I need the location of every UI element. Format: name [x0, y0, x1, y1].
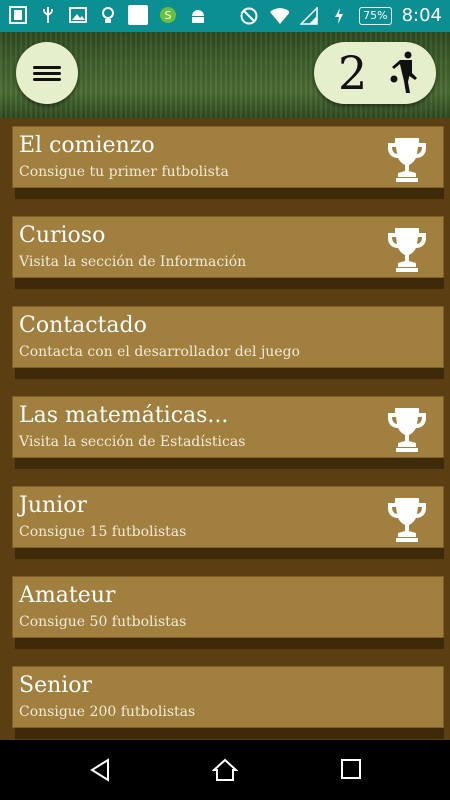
achievement-card[interactable]: Junior Consigue 15 futbolistas: [12, 486, 444, 559]
score-value: 2: [338, 46, 368, 100]
signal-icon: [299, 6, 319, 26]
achievement-description: Consigue 50 futbolistas: [19, 614, 187, 630]
recents-icon[interactable]: [340, 758, 362, 784]
achievement-title: Amateur: [19, 583, 116, 608]
home-icon[interactable]: [211, 758, 239, 786]
achievement-card[interactable]: Curioso Visita la sección de Información: [12, 216, 444, 289]
achievement-title: Junior: [19, 493, 87, 518]
achievement-row[interactable]: Curioso Visita la sección de Información: [0, 208, 450, 298]
white-square-icon: [128, 5, 148, 25]
charging-icon: [329, 6, 349, 26]
achievement-row[interactable]: Contactado Contacta con el desarrollador …: [0, 298, 450, 388]
achievement-description: Contacta con el desarrollador del juego: [19, 344, 300, 360]
achievement-description: Consigue tu primer futbolista: [19, 164, 229, 180]
gallery-app-icon: [8, 5, 28, 25]
achievement-row[interactable]: Junior Consigue 15 futbolistas: [0, 478, 450, 568]
achievement-card[interactable]: Senior Consigue 200 futbolistas: [12, 666, 444, 739]
svg-text:S: S: [165, 9, 172, 22]
battery-level: 75%: [359, 6, 392, 25]
score-counter[interactable]: 2: [314, 42, 436, 104]
trophy-icon: [385, 135, 429, 187]
achievement-title: Curioso: [19, 223, 106, 248]
menu-button[interactable]: [16, 42, 78, 104]
notification-icons: S: [8, 5, 208, 25]
navigation-bar: [0, 740, 450, 800]
achievement-card[interactable]: Amateur Consigue 50 futbolistas: [12, 576, 444, 649]
achievement-description: Visita la sección de Estadísticas: [19, 434, 246, 450]
achievement-row[interactable]: Senior Consigue 200 futbolistas: [0, 658, 450, 740]
system-icons: 75% 8:04: [239, 5, 442, 26]
achievement-title: Contactado: [19, 313, 147, 338]
achievement-title: Las matemáticas...: [19, 403, 229, 428]
do-not-disturb-icon: [239, 6, 259, 26]
bulb-icon: [98, 5, 118, 25]
achievement-title: El comienzo: [19, 133, 155, 158]
achievement-description: Consigue 200 futbolistas: [19, 704, 196, 720]
trophy-icon: [385, 405, 429, 457]
shop-s-icon: S: [158, 5, 178, 25]
trophy-icon: [385, 225, 429, 277]
achievement-description: Consigue 15 futbolistas: [19, 524, 187, 540]
trophy-icon: [385, 495, 429, 547]
android-icon: [188, 5, 208, 25]
achievements-list[interactable]: El comienzo Consigue tu primer futbolista…: [0, 118, 450, 740]
achievement-card[interactable]: Las matemáticas... Visita la sección de E…: [12, 396, 444, 469]
achievement-card[interactable]: El comienzo Consigue tu primer futbolista: [12, 126, 444, 199]
hamburger-menu-icon: [33, 63, 61, 84]
status-bar: S 75% 8:04: [0, 0, 450, 32]
achievement-row[interactable]: Amateur Consigue 50 futbolistas: [0, 568, 450, 658]
wifi-icon: [269, 6, 290, 26]
usb-icon: [38, 5, 58, 25]
achievement-row[interactable]: Las matemáticas... Visita la sección de E…: [0, 388, 450, 478]
achievement-card[interactable]: Contactado Contacta con el desarrollador …: [12, 306, 444, 379]
clock: 8:04: [401, 5, 442, 26]
app-header: 2: [0, 32, 450, 118]
achievement-description: Visita la sección de Información: [19, 254, 247, 270]
footballer-kicking-icon: [388, 51, 420, 99]
achievement-row[interactable]: El comienzo Consigue tu primer futbolista: [0, 118, 450, 208]
back-icon[interactable]: [88, 758, 112, 786]
achievement-title: Senior: [19, 673, 93, 698]
image-icon: [68, 5, 88, 25]
